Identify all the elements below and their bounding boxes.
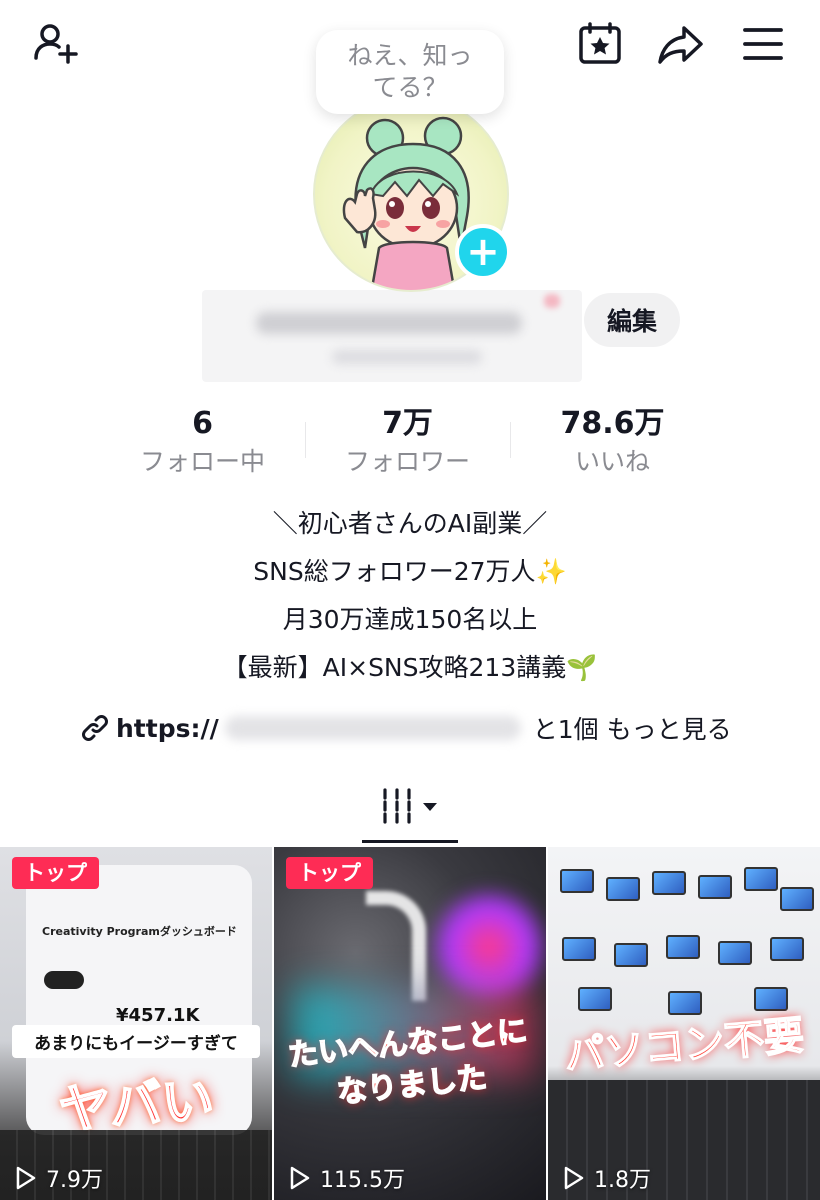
thumbnail-laptop <box>560 869 594 893</box>
pinned-badge: トップ <box>12 857 99 889</box>
play-icon <box>290 1166 310 1190</box>
tab-videos-grid[interactable] <box>360 768 460 844</box>
thumbnail-laptop <box>666 935 700 959</box>
thumbnail-laptop <box>718 941 752 965</box>
thumbnail-logo <box>366 891 426 1001</box>
video-grid: Creativity Programダッシュボード ¥457.1K あまりにもイ… <box>0 847 820 1200</box>
following-count: 6 <box>192 406 213 441</box>
thumbnail-screen-title: Creativity Programダッシュボード <box>42 925 237 938</box>
grid-icon <box>383 788 437 824</box>
view-count-value: 115.5万 <box>320 1168 405 1193</box>
thumbnail-laptop <box>652 871 686 895</box>
bio-line: 月30万達成150名以上 <box>282 605 538 634</box>
thumbnail-laptop <box>770 937 804 961</box>
pinned-badge: トップ <box>286 857 373 889</box>
link-redacted <box>224 716 521 740</box>
play-icon <box>16 1166 36 1190</box>
plus-icon: + <box>466 229 500 275</box>
bio-line: 【最新】AI×SNS攻略213講義🌱 <box>222 653 598 682</box>
view-count: 115.5万 <box>286 1162 405 1194</box>
status-bubble[interactable]: ねえ、知ってる？ <box>316 30 504 114</box>
menu-button[interactable] <box>737 18 789 70</box>
play-icon <box>564 1166 584 1190</box>
thumbnail-caption-top: あまりにもイージーすぎて <box>12 1025 260 1058</box>
share-icon <box>658 26 703 64</box>
bio: ＼初心者さんのAI副業／ SNS総フォロワー27万人✨ 月30万達成150名以上… <box>0 500 820 692</box>
profile-link[interactable]: https:// と1個 もっと見る <box>80 706 732 750</box>
add-friend-icon <box>34 24 78 64</box>
video-thumbnail[interactable]: Creativity Programダッシュボード ¥457.1K あまりにもイ… <box>0 847 272 1200</box>
likes-count: 78.6万 <box>560 406 665 441</box>
likes-label: いいね <box>574 447 650 476</box>
share-button[interactable] <box>654 18 706 70</box>
link-text[interactable]: https:// <box>116 714 219 743</box>
view-count-value: 1.8万 <box>594 1168 651 1193</box>
thumbnail-screen-amount: ¥457.1K <box>116 1005 200 1026</box>
following-label: フォロー中 <box>139 447 265 476</box>
bio-line: SNS総フォロワー27万人✨ <box>253 557 567 586</box>
calendar-button[interactable] <box>574 18 626 70</box>
menu-icon <box>743 28 783 60</box>
followers-label: フォロワー <box>344 447 470 476</box>
more-links-label[interactable]: と1個 もっと見る <box>533 710 732 746</box>
view-count: 7.9万 <box>12 1162 103 1194</box>
active-tab-indicator <box>362 840 458 843</box>
thumbnail-caption-main: パソコン不要 <box>562 1012 807 1080</box>
followers-count: 7万 <box>382 406 433 441</box>
bio-line: ＼初心者さんのAI副業／ <box>272 509 548 538</box>
thumbnail-laptop <box>606 877 640 901</box>
content-tabs <box>0 768 820 844</box>
thumbnail-laptop <box>698 875 732 899</box>
username-redacted <box>202 290 582 382</box>
stat-followers[interactable]: 7万 フォロワー <box>305 404 510 484</box>
edit-profile-button[interactable]: 編集 <box>584 293 680 347</box>
add-friend-button[interactable] <box>30 18 82 70</box>
stat-likes[interactable]: 78.6万 いいね <box>510 404 715 484</box>
video-thumbnail[interactable]: パソコン不要 1.8万 <box>548 847 820 1200</box>
thumbnail-laptop <box>744 867 778 891</box>
add-avatar-button[interactable]: + <box>455 224 511 280</box>
thumbnail-laptop <box>562 937 596 961</box>
calendar-star-icon <box>579 22 621 64</box>
view-count: 1.8万 <box>560 1162 651 1194</box>
link-icon <box>80 713 116 743</box>
stats-row: 6 フォロー中 7万 フォロワー 78.6万 いいね <box>100 404 715 484</box>
video-thumbnail[interactable]: たいへんなことに なりました トップ 115.5万 <box>274 847 546 1200</box>
thumbnail-laptop <box>614 943 648 967</box>
thumbnail-laptop <box>780 887 814 911</box>
thumbnail-pill <box>44 971 84 989</box>
thumbnail-laptop <box>578 987 612 1011</box>
stat-following[interactable]: 6 フォロー中 <box>100 404 305 484</box>
view-count-value: 7.9万 <box>46 1168 103 1193</box>
